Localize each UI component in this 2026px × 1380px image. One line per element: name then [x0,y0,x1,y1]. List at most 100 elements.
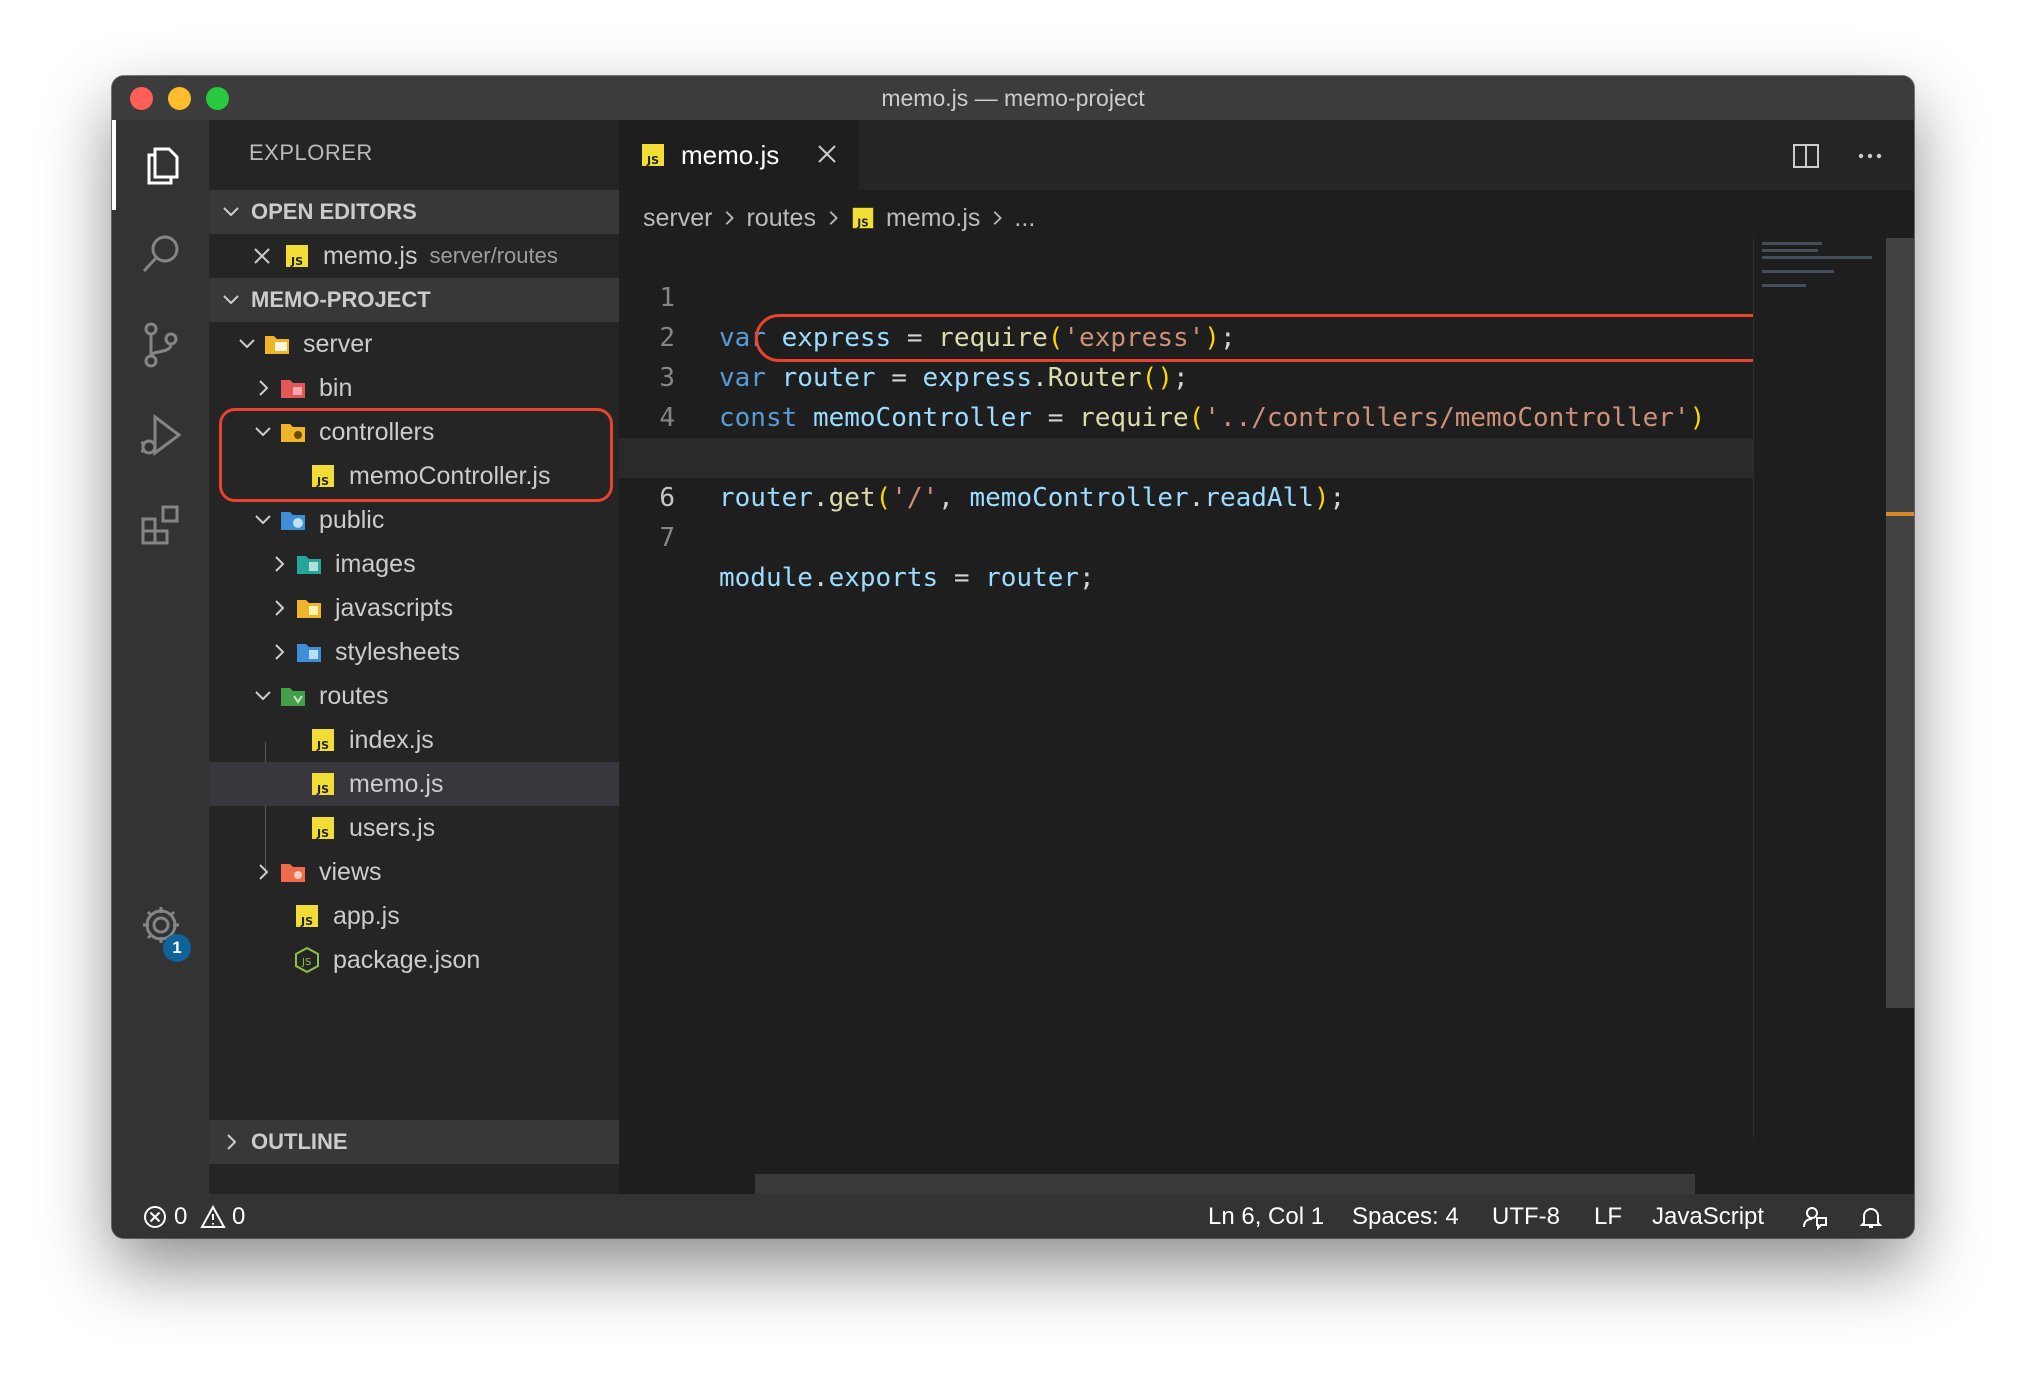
chevron-right-icon [227,1134,237,1150]
run-debug-button[interactable] [112,390,209,480]
source-control-button[interactable] [112,300,209,390]
breadcrumb-item[interactable]: server [643,204,712,233]
tree-item-routes[interactable]: routes [209,674,619,718]
outline-label: OUTLINE [251,1129,348,1154]
breadcrumb-item[interactable]: routes [746,204,815,233]
horizontal-scrollbar[interactable] [755,1174,1695,1194]
notifications-bell-icon[interactable] [1858,1204,1884,1230]
search-button[interactable] [112,210,209,300]
tree-item-server[interactable]: server [209,322,619,366]
error-count[interactable]: 0 [174,1203,187,1231]
encoding[interactable]: UTF-8 [1492,1203,1560,1231]
tree-item-label: package.json [333,945,481,974]
end-of-line[interactable]: LF [1594,1203,1622,1231]
cursor-position[interactable]: Ln 6, Col 1 [1208,1203,1324,1231]
feedback-icon[interactable] [1802,1204,1828,1230]
tree-item-label: routes [319,681,389,710]
open-editor-item[interactable]: JS memo.js server/routes [209,234,619,278]
tree-item-index-js[interactable]: JS index.js [209,718,619,762]
js-file-icon: JS [312,817,334,840]
vscode-window: memo.js — memo-project 1 EXPLORER OPEN E… [112,76,1914,1238]
js-file-icon: JS [286,245,308,268]
code-line[interactable]: 1 var express = require('express'); [619,238,1754,353]
tree-item-label: server [303,329,373,358]
breadcrumb: server routes JS memo.js ... [619,198,1914,238]
tree-item-views[interactable]: views [209,850,619,894]
breadcrumb-item[interactable]: memo.js [886,204,980,233]
open-editors-header[interactable]: OPEN EDITORS [209,190,619,234]
tab-memo-js[interactable]: JS memo.js [619,120,859,190]
svg-text:JS: JS [290,255,303,268]
tree-item-stylesheets[interactable]: stylesheets [209,630,619,674]
js-file-icon: JS [312,729,334,752]
chevron-right-icon [259,380,269,396]
folder-images-icon [297,556,321,574]
more-actions-icon[interactable] [1854,140,1886,172]
folder-server-open-icon [265,336,289,354]
split-editor-icon[interactable] [1790,140,1822,172]
tree-item-app-js[interactable]: JS app.js [209,894,619,938]
svg-text:JS: JS [646,154,659,167]
js-file-icon: JS [296,905,318,928]
indentation[interactable]: Spaces: 4 [1352,1203,1459,1231]
explorer-title: EXPLORER [249,140,373,165]
open-editors-label: OPEN EDITORS [251,199,417,224]
code-line[interactable]: 2 var router = express.Router(); [619,278,1754,393]
warning-icon[interactable] [200,1204,226,1230]
settings-button[interactable]: 1 [112,880,209,970]
tree-item-memo-js[interactable]: JS memo.js [209,762,619,806]
tree-item-label: users.js [349,813,436,842]
outline-header[interactable]: OUTLINE [209,1120,619,1164]
tree-item-label: bin [319,373,353,402]
folder-routes-open-icon [281,688,305,706]
svg-text:JS: JS [300,915,313,928]
close-icon[interactable] [815,142,839,166]
tree-item-public[interactable]: public [209,498,619,542]
project-header[interactable]: MEMO-PROJECT [209,278,619,322]
minimap-line [1762,249,1818,252]
folder-css-icon [297,644,321,662]
folder-views-icon [281,864,305,882]
chevron-right-icon [275,600,285,616]
tree-item-bin[interactable]: bin [209,366,619,410]
tree-item-javascripts[interactable]: javascripts [209,586,619,630]
js-file-icon: JS [852,207,874,229]
close-icon[interactable] [253,247,271,265]
extensions-icon [141,505,178,545]
project-label: MEMO-PROJECT [251,287,431,312]
folder-javascript-icon [297,600,321,618]
breadcrumb-item[interactable]: ... [1014,204,1035,233]
tree-item-users-js[interactable]: JS users.js [209,806,619,850]
activity-bar: 1 [112,120,209,1194]
explorer-button[interactable] [112,120,209,210]
chevron-right-icon [994,211,1003,225]
code-line[interactable]: 7 module.exports = router; [619,478,1754,593]
vertical-scrollbar[interactable] [1886,238,1914,1008]
warning-count[interactable]: 0 [232,1203,245,1231]
nodejs-icon: JS [295,946,319,974]
svg-text:JS: JS [301,957,311,968]
code-editor[interactable]: 1 var express = require('express'); 2 va… [619,238,1754,593]
chevron-down-icon [239,339,255,349]
minimap-line [1762,284,1806,287]
line3-highlight [755,314,1861,362]
tree-item-label: javascripts [335,593,454,622]
minimap[interactable] [1753,238,1886,1138]
tree-item-label: memo.js [349,769,444,798]
tree-item-label: images [335,549,416,578]
tree-item-images[interactable]: images [209,542,619,586]
code-line-current[interactable]: 6 [619,438,1754,513]
tree-item-label: stylesheets [335,637,461,666]
extensions-button[interactable] [112,480,209,570]
minimap-line [1762,256,1872,259]
code-line[interactable]: 5 router.get('/', memoController.readAll… [619,398,1754,513]
status-bar: 0 0 Ln 6, Col 1 Spaces: 4 UTF-8 LF JavaS… [112,1194,1914,1238]
line-number: 7 [659,523,675,553]
tree-item-package-json[interactable]: JS package.json [209,938,619,982]
language-mode[interactable]: JavaScript [1652,1203,1764,1231]
explorer-sidebar: EXPLORER OPEN EDITORS JS memo.js server/… [209,120,619,1194]
editor-area: JS memo.js server routes JS memo.js ... … [619,120,1914,1194]
chevron-right-icon [829,211,838,225]
error-icon[interactable] [142,1204,168,1230]
code-line[interactable]: 4 [619,358,1754,433]
